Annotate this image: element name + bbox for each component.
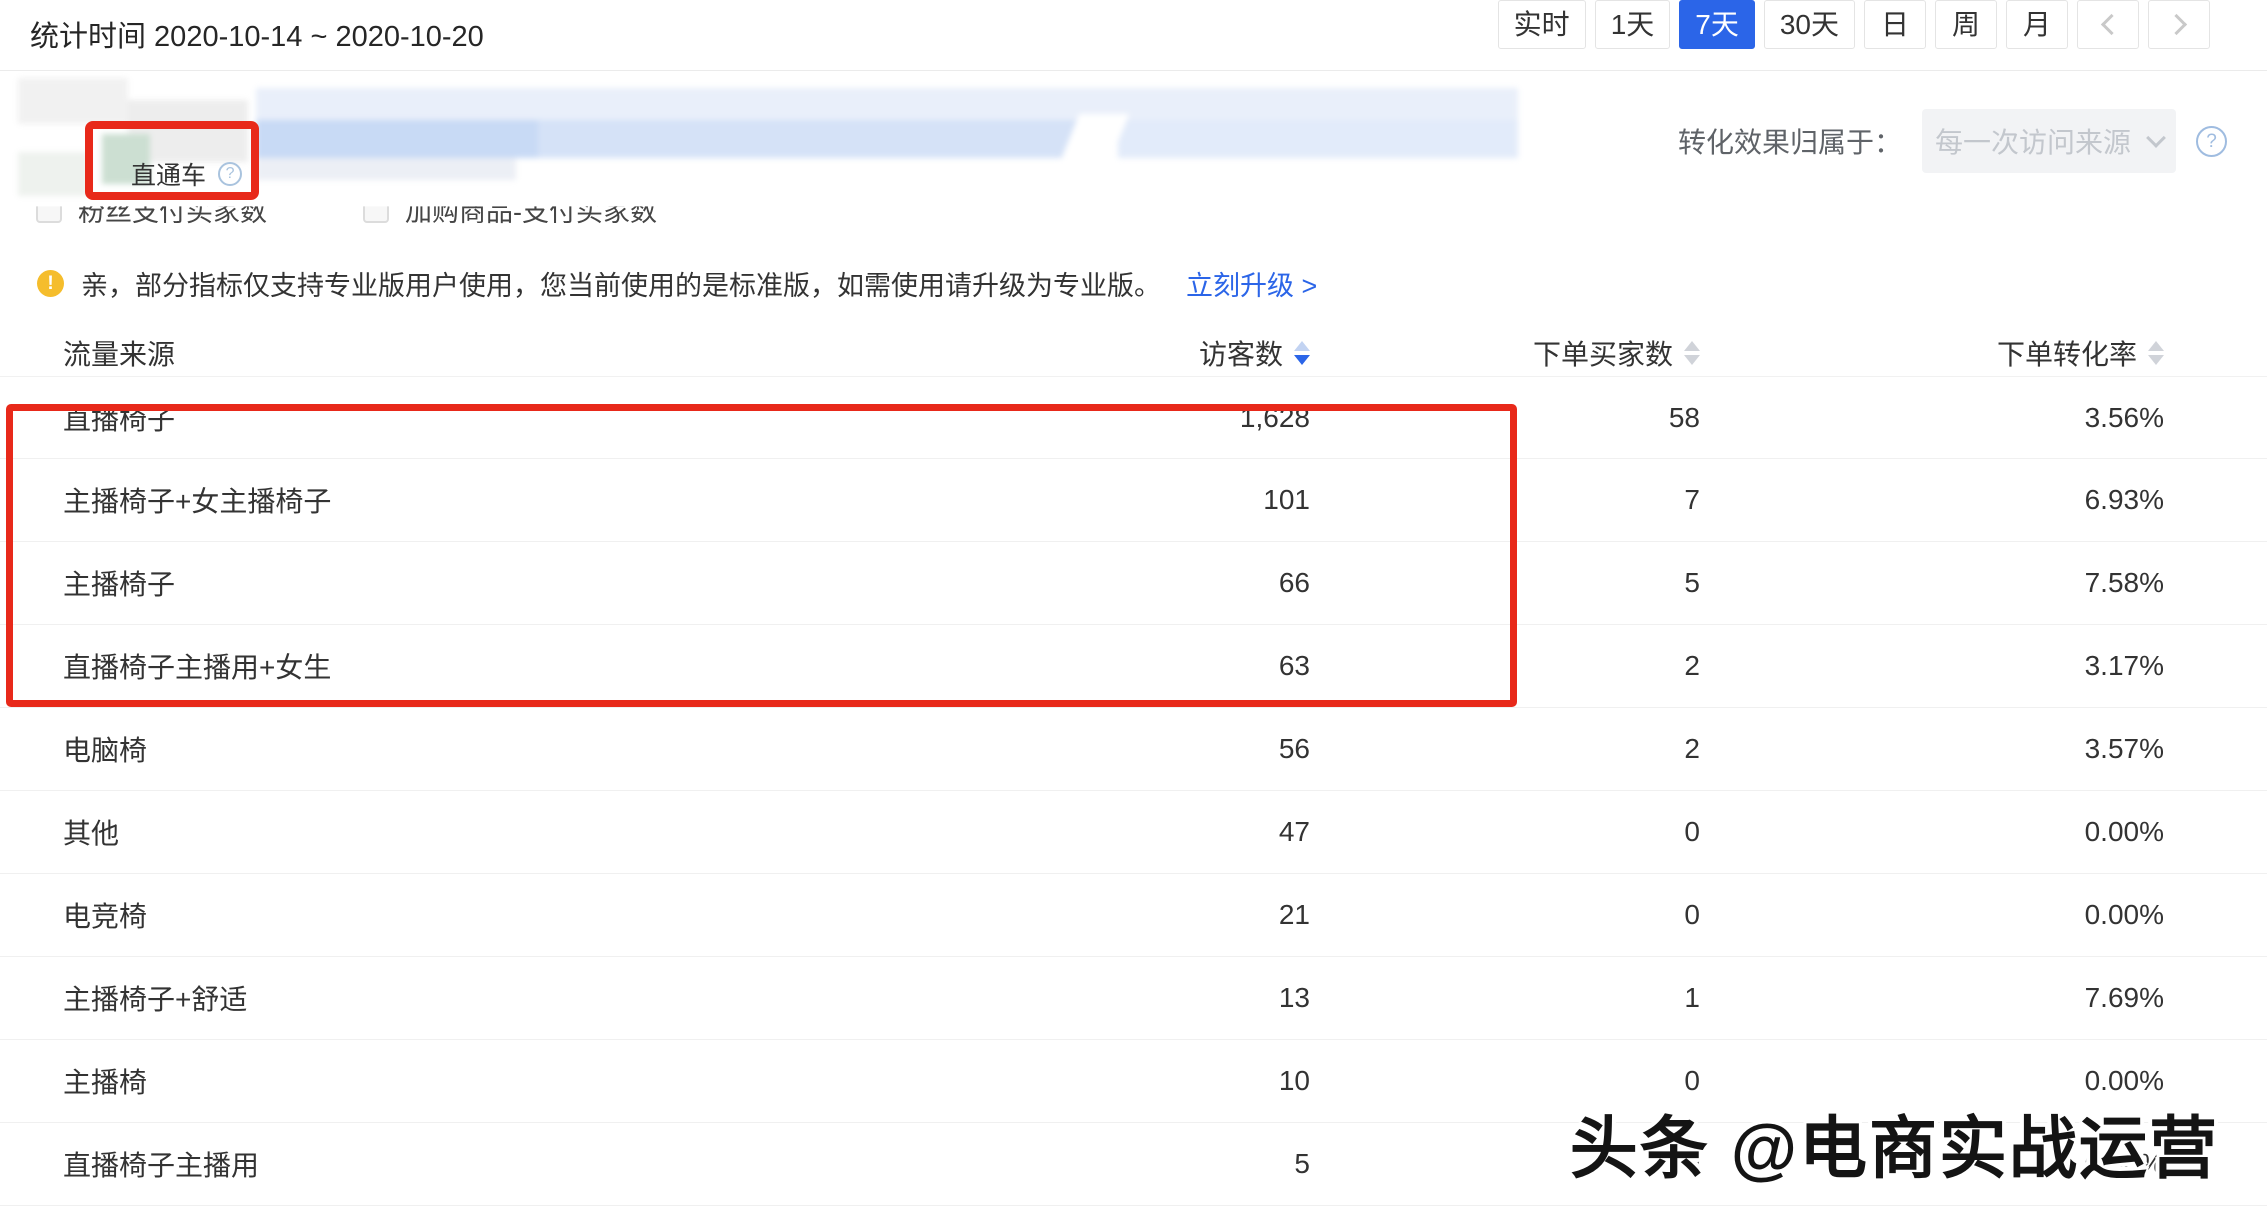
chevron-right-icon: [2165, 14, 2186, 35]
attribution-label: 转化效果归属于：: [1678, 121, 1902, 161]
cell-buyers: 5: [1310, 567, 1700, 599]
cell-visitors: 5: [890, 1148, 1310, 1180]
cell-visitors: 21: [890, 899, 1310, 931]
column-header-buyers[interactable]: 下单买家数: [1310, 333, 1700, 373]
notice-text: 亲，部分指标仅支持专业版用户使用，您当前使用的是标准版，如需使用请升级为专业版。: [81, 264, 1161, 303]
cell-visitors: 66: [890, 567, 1310, 599]
top-bar: 统计时间 2020-10-14 ~ 2020-10-20 实时 1天 7天 30…: [0, 0, 2267, 71]
sort-desc-icon: [1684, 355, 1700, 365]
sort-asc-icon: [1684, 341, 1700, 351]
tab-week[interactable]: 周: [1935, 0, 1997, 49]
attribution-value: 每一次访问来源: [1935, 121, 2131, 161]
blur-block: [256, 88, 1518, 120]
cell-buyers: 2: [1310, 650, 1700, 682]
column-header-rate[interactable]: 下单转化率: [1700, 333, 2164, 373]
cell-rate: 3.56%: [1700, 402, 2164, 434]
tab-30day[interactable]: 30天: [1764, 0, 1855, 49]
sort-asc-icon: [2148, 341, 2164, 351]
cell-visitors: 1,628: [890, 402, 1310, 434]
cell-source: 主播椅子+舒适: [63, 978, 890, 1018]
cell-source: 直播椅子: [63, 398, 890, 438]
blur-block: [18, 78, 128, 124]
table-row[interactable]: 其他 47 0 0.00%: [0, 791, 2267, 874]
cell-source: 电脑椅: [63, 729, 890, 769]
cell-rate: 0.00%: [1700, 899, 2164, 931]
time-range-tabs: 实时 1天 7天 30天 日 周 月: [1498, 0, 2210, 49]
watermark-text: 头条 @电商实战运营: [1570, 1093, 2219, 1192]
traffic-source-table: 流量来源 访客数 下单买家数 下单转化率 直播椅子 1,628: [0, 330, 2267, 1206]
cell-source: 主播椅子: [63, 563, 890, 603]
blur-block: [256, 120, 538, 158]
cell-rate: 3.17%: [1700, 650, 2164, 682]
cell-visitors: 101: [890, 484, 1310, 516]
table-body: 直播椅子 1,628 58 3.56% 主播椅子+女主播椅子 101 7 6.9…: [0, 376, 2267, 1206]
chevron-down-icon: [2146, 128, 2166, 148]
campaign-label: 直通车: [131, 156, 206, 192]
cell-rate: 0.00%: [1700, 816, 2164, 848]
stats-time-title: 统计时间 2020-10-14 ~ 2020-10-20: [30, 13, 484, 55]
sort-icon[interactable]: [2148, 341, 2164, 365]
tab-day[interactable]: 日: [1864, 0, 1926, 49]
table-row[interactable]: 主播椅子+舒适 13 1 7.69%: [0, 957, 2267, 1040]
help-icon[interactable]: ?: [2196, 126, 2227, 157]
table-row[interactable]: 直播椅子主播用+女生 63 2 3.17%: [0, 625, 2267, 708]
sort-icon[interactable]: [1684, 341, 1700, 365]
help-icon[interactable]: ?: [218, 162, 242, 186]
cell-visitors: 10: [890, 1065, 1310, 1097]
cell-buyers: 58: [1310, 402, 1700, 434]
chevron-left-icon: [2100, 14, 2121, 35]
sort-desc-icon: [2148, 355, 2164, 365]
table-row[interactable]: 主播椅子 66 5 7.58%: [0, 542, 2267, 625]
column-header-source: 流量来源: [63, 333, 890, 373]
warning-icon: !: [37, 270, 64, 297]
cell-rate: 3.57%: [1700, 733, 2164, 765]
blur-block: [18, 152, 88, 196]
cell-source: 电竞椅: [63, 895, 890, 935]
cell-visitors: 47: [890, 816, 1310, 848]
blur-block: [1118, 120, 1518, 158]
prev-period-button[interactable]: [2077, 0, 2139, 49]
cell-buyers: 1: [1310, 982, 1700, 1014]
column-header-label: 下单买家数: [1533, 333, 1673, 373]
cell-visitors: 56: [890, 733, 1310, 765]
cell-source: 直播椅子主播用: [63, 1144, 890, 1184]
cell-source: 直播椅子主播用+女生: [63, 646, 890, 686]
column-header-label: 访客数: [1199, 333, 1283, 373]
cell-buyers: 0: [1310, 816, 1700, 848]
table-row[interactable]: 直播椅子 1,628 58 3.56%: [0, 376, 2267, 459]
upgrade-link[interactable]: 立刻升级 >: [1186, 264, 1317, 303]
table-row[interactable]: 电脑椅 56 2 3.57%: [0, 708, 2267, 791]
tab-7day[interactable]: 7天: [1679, 0, 1755, 49]
cell-buyers: 7: [1310, 484, 1700, 516]
upgrade-notice: ! 亲，部分指标仅支持专业版用户使用，您当前使用的是标准版，如需使用请升级为专业…: [37, 264, 1317, 303]
campaign-label-row: 直通车 ?: [131, 156, 242, 192]
table-row[interactable]: 主播椅子+女主播椅子 101 7 6.93%: [0, 459, 2267, 542]
cell-source: 主播椅子+女主播椅子: [63, 480, 890, 520]
sort-icon[interactable]: [1294, 341, 1310, 365]
table-row[interactable]: 电竞椅 21 0 0.00%: [0, 874, 2267, 957]
sort-asc-icon: [1294, 341, 1310, 351]
cell-source: 主播椅: [63, 1061, 890, 1101]
cell-source: 其他: [63, 812, 890, 852]
cell-buyers: 2: [1310, 733, 1700, 765]
blurred-chart-area: [18, 74, 1518, 202]
cell-rate: 6.93%: [1700, 484, 2164, 516]
tab-month[interactable]: 月: [2006, 0, 2068, 49]
blur-block: [538, 120, 1088, 158]
tab-1day[interactable]: 1天: [1595, 0, 1671, 49]
tab-realtime[interactable]: 实时: [1498, 0, 1586, 49]
table-header: 流量来源 访客数 下单买家数 下单转化率: [0, 330, 2267, 376]
sort-desc-icon: [1294, 355, 1310, 365]
cell-visitors: 63: [890, 650, 1310, 682]
cell-visitors: 13: [890, 982, 1310, 1014]
blur-block: [256, 158, 516, 180]
attribution-row: 转化效果归属于： 每一次访问来源 ?: [1678, 109, 2227, 173]
cell-rate: 7.58%: [1700, 567, 2164, 599]
next-period-button[interactable]: [2148, 0, 2210, 49]
cell-buyers: 0: [1310, 899, 1700, 931]
cell-rate: 7.69%: [1700, 982, 2164, 1014]
column-header-visitors[interactable]: 访客数: [890, 333, 1310, 373]
column-header-label: 下单转化率: [1997, 333, 2137, 373]
attribution-dropdown[interactable]: 每一次访问来源: [1922, 109, 2176, 173]
